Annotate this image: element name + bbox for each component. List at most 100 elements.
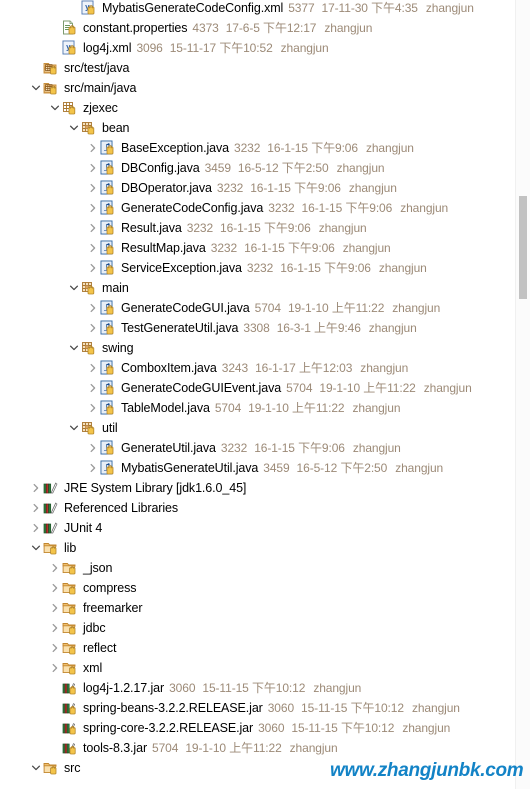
tree-row[interactable]: DBOperator.java 3232 16-1-15 下午9:06 zhangju… xyxy=(0,178,516,198)
tree-row[interactable]: DBConfig.java 3459 16-5-12 下午2:50 zhangjun xyxy=(0,158,516,178)
chevron-down-icon[interactable] xyxy=(67,338,81,358)
chevron-down-icon[interactable] xyxy=(29,538,43,558)
tree-row-size: 3232 xyxy=(216,181,244,195)
chevron-down-icon[interactable] xyxy=(29,78,43,98)
tree-row-author: zhangjun xyxy=(352,401,401,415)
tree-row[interactable]: GenerateUtil.java 3232 16-1-15 下午9:06 zhang… xyxy=(0,438,516,458)
tree-row[interactable]: spring-beans-3.2.2.RELEASE.jar 3060 15-11-… xyxy=(0,698,516,718)
chevron-right-icon[interactable] xyxy=(48,618,62,638)
tree-row[interactable]: util xyxy=(0,418,516,438)
tree-row-label: Result.java xyxy=(121,221,182,235)
chevron-right-icon[interactable] xyxy=(86,178,100,198)
tree-row[interactable]: y MybatisGenerateCodeConfig.xml 5377 17-11-… xyxy=(0,0,516,18)
tree-row[interactable]: main xyxy=(0,278,516,298)
tree-row[interactable]: constant.properties 4373 17-6-5 下午12:17 zha… xyxy=(0,18,516,38)
chevron-right-icon[interactable] xyxy=(48,558,62,578)
tree-row-size: 5704 xyxy=(214,401,242,415)
tree-row[interactable]: ResultMap.java 3232 16-1-15 下午9:06 zhangjun xyxy=(0,238,516,258)
tree-row[interactable]: BaseException.java 3232 16-1-15 下午9:06 zhan… xyxy=(0,138,516,158)
tree-row[interactable]: compress xyxy=(0,578,516,598)
chevron-right-icon[interactable] xyxy=(86,138,100,158)
chevron-right-icon[interactable] xyxy=(86,238,100,258)
tree-row-size: 3060 xyxy=(267,701,295,715)
tree-row[interactable]: Referenced Libraries xyxy=(0,498,516,518)
tree-row[interactable]: JRE System Library [jdk1.6.0_45] xyxy=(0,478,516,498)
chevron-right-icon[interactable] xyxy=(29,498,43,518)
tree-row-date: 15-11-15 下午10:12 xyxy=(291,721,395,735)
tree-row-label: ServiceException.java xyxy=(121,261,242,275)
tree-row[interactable]: jdbc xyxy=(0,618,516,638)
chevron-right-icon[interactable] xyxy=(48,638,62,658)
chevron-right-icon[interactable] xyxy=(48,578,62,598)
tree-row-size: 4373 xyxy=(192,21,219,35)
tree-row[interactable]: xml xyxy=(0,658,516,678)
tree-row[interactable]: lib xyxy=(0,538,516,558)
project-explorer-tree[interactable]: y MybatisGenerateCodeConfig.xml 5377 17-11-… xyxy=(0,0,516,789)
tree-row-size: 3243 xyxy=(221,361,249,375)
chevron-right-icon[interactable] xyxy=(86,198,100,218)
tree-row-author: zhangjun xyxy=(411,701,460,715)
tree-row[interactable]: _json xyxy=(0,558,516,578)
tree-row-author: zhangjun xyxy=(400,201,449,215)
tree-row[interactable]: swing xyxy=(0,338,516,358)
tree-row[interactable]: zjexec xyxy=(0,98,516,118)
tree-row[interactable]: ComboxItem.java 3243 16-1-17 上午12:03 zhangj… xyxy=(0,358,516,378)
tree-row[interactable]: src/main/java xyxy=(0,78,516,98)
chevron-right-icon[interactable] xyxy=(86,318,100,338)
chevron-down-icon[interactable] xyxy=(48,98,62,118)
chevron-right-icon[interactable] xyxy=(86,398,100,418)
tree-row-label: ResultMap.java xyxy=(121,241,206,255)
tree-row[interactable]: ServiceException.java 3232 16-1-15 下午9:06 z… xyxy=(0,258,516,278)
tree-row[interactable]: src/test/java xyxy=(0,58,516,78)
tree-row[interactable]: TableModel.java 5704 19-1-10 上午11:22 zhangj… xyxy=(0,398,516,418)
tree-row-label: JUnit 4 xyxy=(64,521,103,535)
tree-row-author: zhangjun xyxy=(378,261,427,275)
tree-row-author: zhangjun xyxy=(365,141,414,155)
tree-row-label: spring-core-3.2.2.RELEASE.jar xyxy=(83,721,254,735)
vertical-scrollbar-track[interactable] xyxy=(515,0,530,789)
chevron-down-icon[interactable] xyxy=(67,278,81,298)
chevron-right-icon[interactable] xyxy=(48,598,62,618)
chevron-right-icon[interactable] xyxy=(86,378,100,398)
chevron-right-icon[interactable] xyxy=(86,158,100,178)
tree-row[interactable]: Result.java 3232 16-1-15 下午9:06 zhangjun xyxy=(0,218,516,238)
tree-row[interactable]: JUnit 4 xyxy=(0,518,516,538)
tree-row[interactable]: GenerateCodeGUI.java 5704 19-1-10 上午11:22 z… xyxy=(0,298,516,318)
java-file-icon xyxy=(100,320,116,336)
chevron-right-icon[interactable] xyxy=(86,298,100,318)
tree-twisty-placeholder xyxy=(48,18,62,38)
folder-icon xyxy=(62,620,78,636)
tree-row[interactable]: MybatisGenerateUtil.java 3459 16-5-12 下午2:… xyxy=(0,458,516,478)
tree-row[interactable]: log4j-1.2.17.jar 3060 15-11-15 下午10:12 zhan… xyxy=(0,678,516,698)
tree-row-label: GenerateCodeConfig.java xyxy=(121,201,264,215)
chevron-right-icon[interactable] xyxy=(86,438,100,458)
tree-row-date: 16-1-15 下午9:06 xyxy=(250,181,341,195)
tree-row[interactable]: GenerateCodeConfig.java 3232 16-1-15 下午9:0… xyxy=(0,198,516,218)
chevron-right-icon[interactable] xyxy=(86,258,100,278)
chevron-right-icon[interactable] xyxy=(86,458,100,478)
tree-row[interactable]: tools-8.3.jar 5704 19-1-10 上午11:22 zhangjun xyxy=(0,738,516,758)
tree-row[interactable]: bean xyxy=(0,118,516,138)
tree-row-label: MybatisGenerateCodeConfig.xml xyxy=(102,1,284,15)
tree-row-label: Referenced Libraries xyxy=(64,501,179,515)
chevron-right-icon[interactable] xyxy=(29,478,43,498)
tree-row[interactable]: freemarker xyxy=(0,598,516,618)
chevron-right-icon[interactable] xyxy=(86,218,100,238)
tree-row[interactable]: GenerateCodeGUIEvent.java 5704 19-1-10 上午1… xyxy=(0,378,516,398)
tree-row[interactable]: y log4j.xml 3096 15-11-17 下午10:52 zhangjun xyxy=(0,38,516,58)
chevron-down-icon[interactable] xyxy=(67,418,81,438)
tree-row-label: swing xyxy=(102,341,134,355)
tree-row[interactable]: spring-core-3.2.2.RELEASE.jar 3060 15-11-1… xyxy=(0,718,516,738)
tree-row[interactable]: TestGenerateUtil.java 3308 16-3-1 上午9:46 zh… xyxy=(0,318,516,338)
tree-row[interactable]: reflect xyxy=(0,638,516,658)
tree-row-label: util xyxy=(102,421,118,435)
chevron-right-icon[interactable] xyxy=(86,358,100,378)
tree-row-author: zhangjun xyxy=(280,41,329,55)
chevron-down-icon[interactable] xyxy=(67,118,81,138)
vertical-scrollbar-thumb[interactable] xyxy=(519,196,527,299)
chevron-down-icon[interactable] xyxy=(29,758,43,778)
tree-row-author: zhangjun xyxy=(368,321,417,335)
tree-row-label: spring-beans-3.2.2.RELEASE.jar xyxy=(83,701,263,715)
chevron-right-icon[interactable] xyxy=(29,518,43,538)
chevron-right-icon[interactable] xyxy=(48,658,62,678)
